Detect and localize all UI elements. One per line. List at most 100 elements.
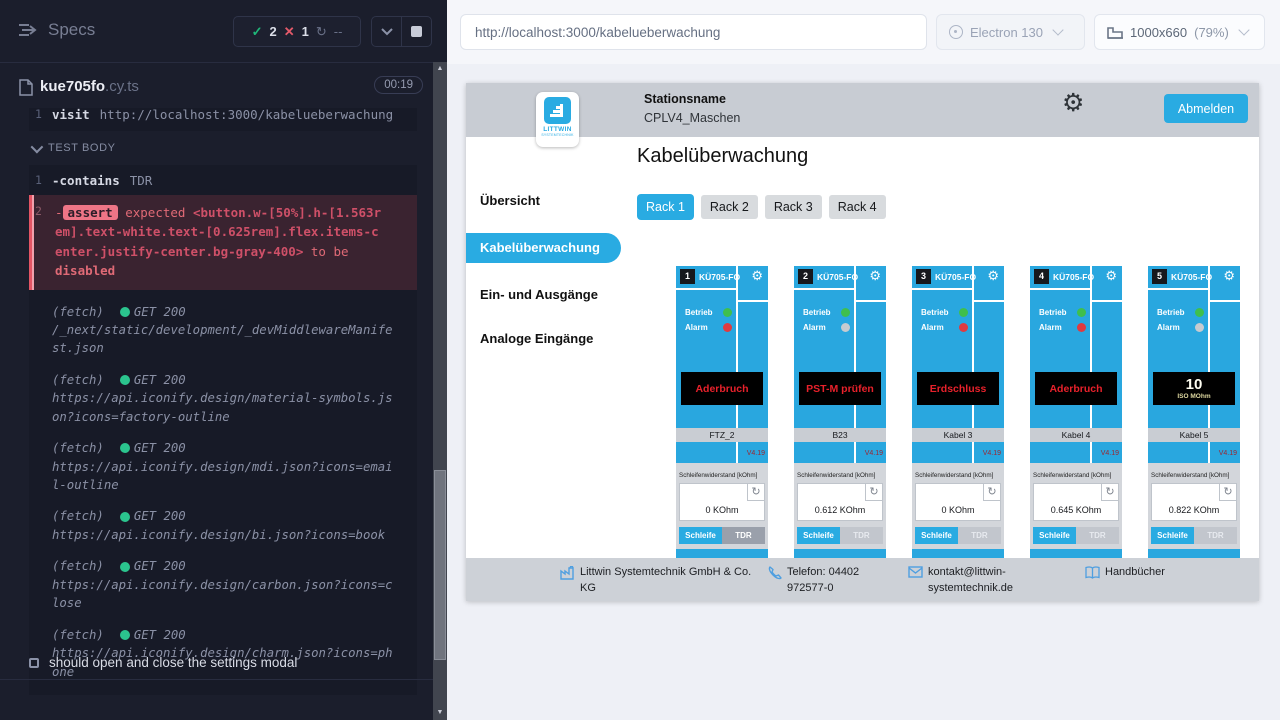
- sidebar-item-ein-und-ausgaenge[interactable]: Ein- und Ausgänge: [480, 287, 598, 302]
- command-log: 1 visit http://localhost:3000/kabelueber…: [29, 108, 417, 695]
- chevron-down-icon: [381, 28, 393, 36]
- refresh-icon[interactable]: ↻: [983, 484, 1000, 501]
- electron-icon: [949, 25, 963, 39]
- reporter-header: Specs ✓ 2 ✕ 1 ↻ --: [0, 0, 433, 62]
- device-card-2: 2 KÜ705-FO ⚙ Betrieb Alarm PST-M prüfen …: [794, 266, 886, 558]
- status-dot: [120, 307, 130, 317]
- tab-rack-1[interactable]: Rack 1: [637, 194, 694, 220]
- refresh-icon[interactable]: ↻: [747, 484, 764, 501]
- footer-company: Littwin Systemtechnik GmbH & Co. KG: [560, 565, 765, 597]
- measurement-label: Schleifenwiderstand [kOhm]: [679, 472, 757, 479]
- schleife-button[interactable]: Schleife: [1033, 527, 1076, 544]
- tdr-button[interactable]: TDR: [840, 527, 883, 544]
- cable-name: FTZ_2: [676, 428, 768, 442]
- fetch-log-entry[interactable]: (fetch)GET 200 https://api.iconify.desig…: [29, 557, 417, 612]
- command-arg: http://localhost:3000/kabelueberwachung: [100, 108, 394, 122]
- scroll-up-arrow[interactable]: ▲: [433, 62, 447, 76]
- card-gear-icon[interactable]: ⚙: [1105, 268, 1117, 284]
- fetch-log-entry[interactable]: (fetch)GET 200 https://api.iconify.desig…: [29, 371, 417, 426]
- collapse-all-button[interactable]: [372, 17, 401, 46]
- tdr-button[interactable]: TDR: [1194, 527, 1237, 544]
- fetch-log-entry[interactable]: (fetch)GET 200 https://api.iconify.desig…: [29, 439, 417, 494]
- tdr-button[interactable]: TDR: [958, 527, 1001, 544]
- device-card-1: 1 KÜ705-FO ⚙ Betrieb Alarm Aderbruch FTZ…: [676, 266, 768, 558]
- command-arg: TDR: [130, 173, 153, 188]
- footer-email[interactable]: kontakt@littwin-systemtechnik.de: [908, 565, 1033, 597]
- refresh-icon[interactable]: ↻: [1219, 484, 1236, 501]
- sidebar-item-analoge-eingaenge[interactable]: Analoge Eingänge: [480, 331, 593, 346]
- measurement-panel: Schleifenwiderstand [kOhm] ↻ 0.612 KOhm …: [794, 463, 886, 558]
- test-body-label: TEST BODY: [48, 142, 116, 154]
- command-row-visit[interactable]: 1 visit http://localhost:3000/kabelueber…: [29, 108, 417, 131]
- footer-phone[interactable]: Telefon: 04402 972577-0: [768, 565, 873, 597]
- measurement-value: 0.822 KOhm: [1152, 505, 1236, 515]
- device-model: KÜ705-FO: [935, 272, 976, 282]
- command-number: 1: [29, 173, 52, 187]
- browser-name: Electron 130: [970, 25, 1043, 40]
- tab-rack-2[interactable]: Rack 2: [701, 195, 758, 219]
- scroll-down-arrow[interactable]: ▼: [433, 706, 447, 720]
- factory-icon: [560, 566, 575, 580]
- card-gear-icon[interactable]: ⚙: [987, 268, 999, 284]
- specs-menu-icon: [18, 22, 38, 38]
- app-under-test: Stationsname CPLV4_Maschen ⚙ Abmelden LI…: [466, 83, 1259, 601]
- viewport-icon: [1107, 25, 1123, 39]
- tdr-button[interactable]: TDR: [1076, 527, 1119, 544]
- sidebar-item-kabelueberwachung[interactable]: Kabelüberwachung: [466, 233, 621, 263]
- device-card-4: 4 KÜ705-FO ⚙ Betrieb Alarm Aderbruch Kab…: [1030, 266, 1122, 558]
- measurement-value: 0.612 KOhm: [798, 505, 882, 515]
- reporter-scrollbar[interactable]: ▲ ▼: [433, 62, 447, 720]
- fetch-log-entry[interactable]: (fetch)GET 200 https://api.iconify.desig…: [29, 626, 417, 681]
- rack-tabs: Rack 1 Rack 2 Rack 3 Rack 4: [637, 194, 886, 220]
- url-input[interactable]: [460, 14, 927, 50]
- pending-count: --: [334, 24, 343, 39]
- tab-rack-4[interactable]: Rack 4: [829, 195, 886, 219]
- schleife-button[interactable]: Schleife: [915, 527, 958, 544]
- settings-gear-icon[interactable]: ⚙: [1062, 91, 1084, 116]
- failed-count: 1: [302, 24, 309, 39]
- scrollbar-thumb[interactable]: [434, 470, 446, 660]
- tdr-button[interactable]: TDR: [722, 527, 765, 544]
- measurement-value: 0 KOhm: [680, 505, 764, 515]
- card-gear-icon[interactable]: ⚙: [1223, 268, 1235, 284]
- specs-button[interactable]: Specs: [18, 20, 95, 40]
- pending-test-row[interactable]: should open and close the settings modal: [29, 655, 297, 670]
- iso-unit: ISO MOhm: [1177, 393, 1210, 400]
- stop-run-button[interactable]: [401, 17, 431, 46]
- logo-mark-icon: [544, 97, 571, 124]
- sidebar-item-uebersicht[interactable]: Übersicht: [480, 193, 540, 208]
- footer-manuals[interactable]: Handbücher: [1085, 565, 1195, 581]
- card-gear-icon[interactable]: ⚙: [869, 268, 881, 284]
- fetch-log-entry[interactable]: (fetch)GET 200 https://api.iconify.desig…: [29, 507, 417, 544]
- assert-state: disabled: [55, 263, 115, 278]
- status-display: PST-M prüfen: [799, 372, 881, 405]
- specs-label: Specs: [48, 20, 95, 40]
- stop-icon: [411, 26, 422, 37]
- viewport-size-select[interactable]: 1000x660 (79%): [1094, 14, 1265, 50]
- command-row-contains[interactable]: 1 -contains TDR: [29, 165, 417, 195]
- logout-button[interactable]: Abmelden: [1164, 94, 1248, 123]
- fetch-url: https://api.iconify.design/carbon.json?i…: [52, 576, 397, 613]
- passed-count: 2: [269, 24, 276, 39]
- card-number: 1: [680, 269, 695, 284]
- fetch-log-entry[interactable]: (fetch)GET 200 /_next/static/development…: [29, 303, 417, 358]
- browser-select[interactable]: Electron 130: [936, 14, 1085, 50]
- test-body-section-header[interactable]: TEST BODY: [29, 131, 417, 165]
- schleife-button[interactable]: Schleife: [1151, 527, 1194, 544]
- tab-rack-3[interactable]: Rack 3: [765, 195, 822, 219]
- spec-file-icon: [19, 79, 33, 96]
- cable-name: Kabel 5: [1148, 428, 1240, 442]
- card-number: 3: [916, 269, 931, 284]
- cable-name: B23: [794, 428, 886, 442]
- refresh-icon[interactable]: ↻: [1101, 484, 1118, 501]
- browser-url-bar: Electron 130 1000x660 (79%): [447, 0, 1280, 64]
- schleife-button[interactable]: Schleife: [679, 527, 722, 544]
- schleife-button[interactable]: Schleife: [797, 527, 840, 544]
- refresh-icon[interactable]: ↻: [865, 484, 882, 501]
- spec-file-row[interactable]: kue705fo.cy.ts 00:19: [0, 70, 433, 104]
- fetch-url: https://api.iconify.design/bi.json?icons…: [52, 526, 397, 544]
- betrieb-led: [723, 308, 732, 317]
- failed-assert-row[interactable]: 2 -assert expected <button.w-[50%].h-[1.…: [29, 195, 417, 290]
- card-gear-icon[interactable]: ⚙: [751, 268, 763, 284]
- assert-message: -assert expected <button.w-[50%].h-[1.56…: [55, 203, 385, 281]
